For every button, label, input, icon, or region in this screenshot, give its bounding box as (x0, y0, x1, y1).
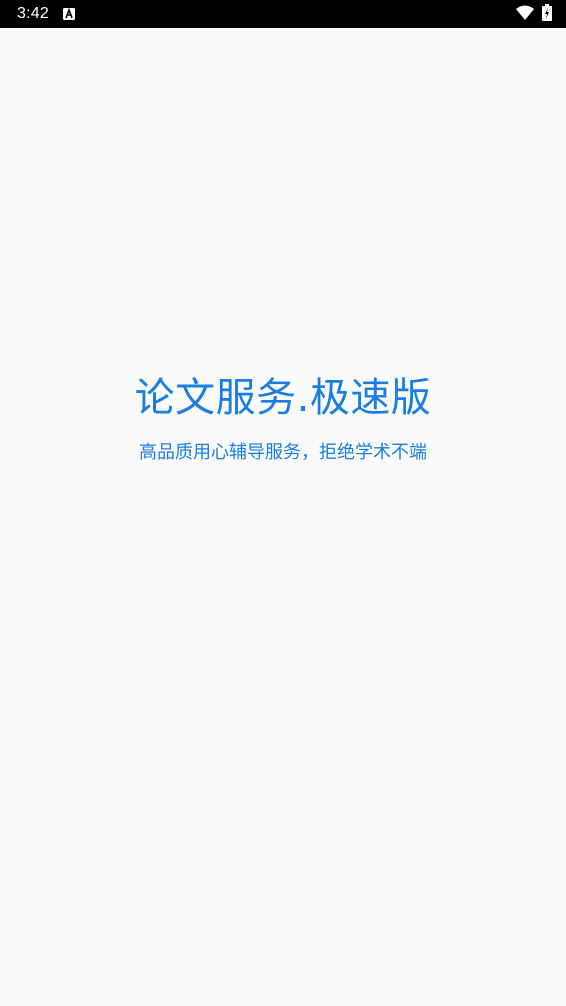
app-title: 论文服务.极速版 (134, 375, 432, 421)
status-time: 3:42 (17, 5, 49, 22)
wifi-icon (516, 5, 534, 24)
app-subtitle: 高品质用心辅导服务，拒绝学术不端 (139, 442, 427, 463)
a-letter-icon (62, 8, 75, 20)
status-bar: 3:42 (0, 0, 566, 28)
battery-charging-icon (542, 3, 552, 25)
status-icons (516, 3, 552, 25)
splash-content: 论文服务.极速版 高品质用心辅导服务，拒绝学术不端 (0, 370, 566, 465)
